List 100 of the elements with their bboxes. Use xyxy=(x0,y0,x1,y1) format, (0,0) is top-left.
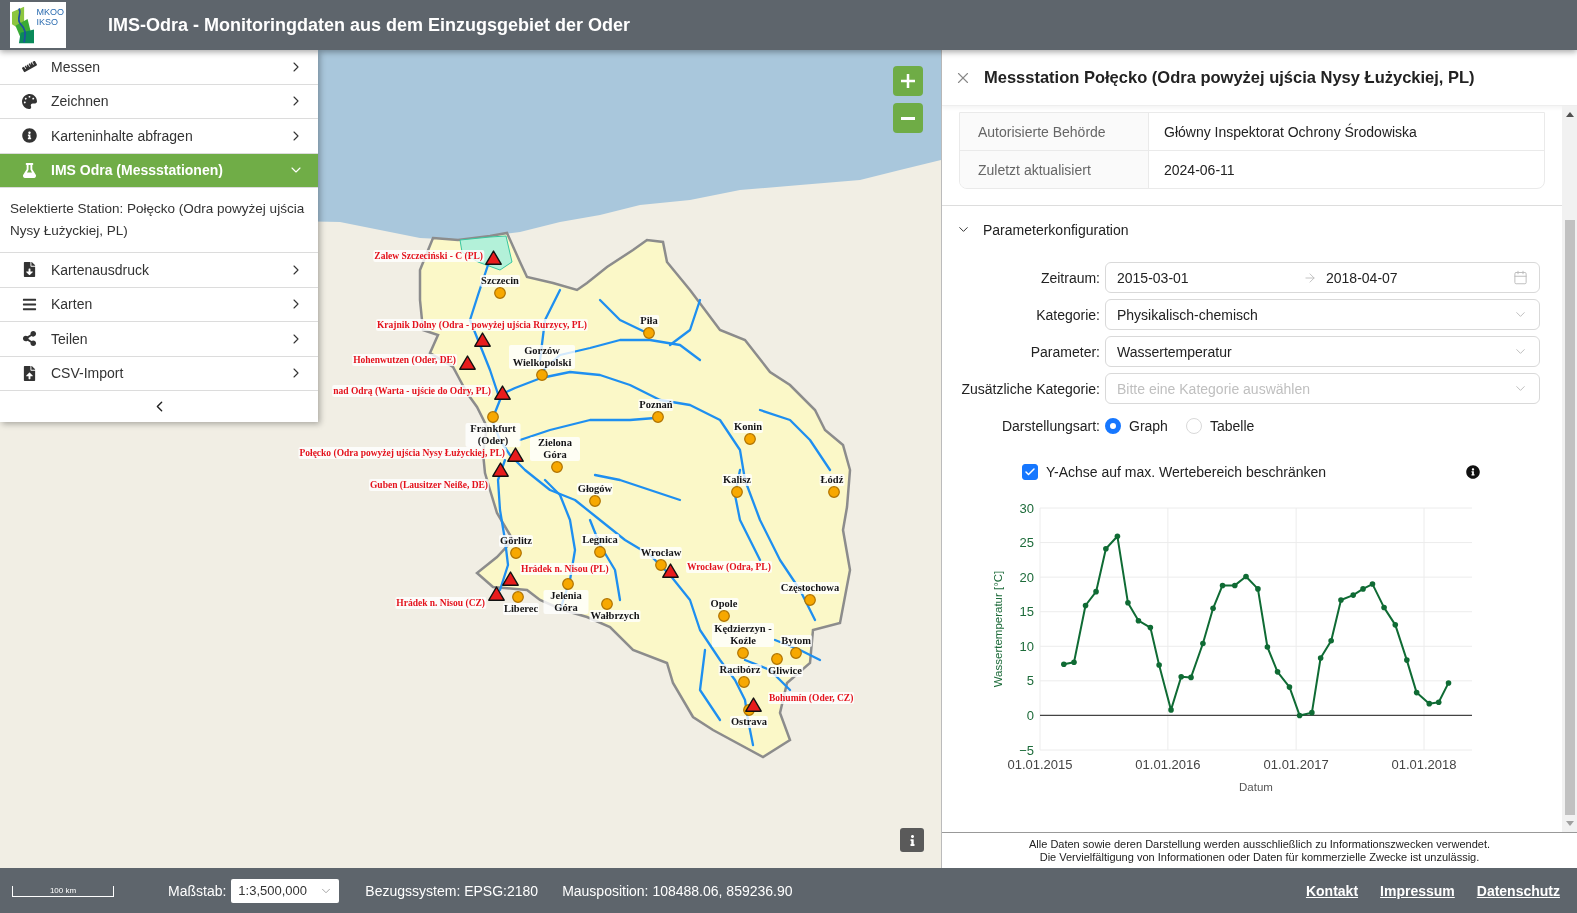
city-label: Liberec xyxy=(502,603,540,615)
circle-marker-icon[interactable] xyxy=(536,369,548,381)
footer-link[interactable]: Datenschutz xyxy=(1476,882,1560,899)
scrollbar-thumb[interactable] xyxy=(1564,220,1575,815)
y-tick-label: 5 xyxy=(1026,673,1034,689)
city-label: Piła xyxy=(639,315,659,327)
circle-marker-icon[interactable] xyxy=(828,486,840,498)
triangle-marker-icon[interactable] xyxy=(744,696,762,712)
section-header[interactable]: Parameterkonfiguration xyxy=(942,206,1562,253)
city-label: Kędzierzyn - Koźle xyxy=(712,623,774,647)
station-label: Połęcko (Odra powyżej ujścia Nysy Łużyckiej, PL) xyxy=(298,447,506,459)
zoom-in-button[interactable] xyxy=(893,66,923,96)
minus-icon xyxy=(901,116,915,120)
info-icon[interactable] xyxy=(1466,465,1480,479)
city-label: Szczecin xyxy=(480,275,520,287)
triangle-marker-icon[interactable] xyxy=(506,446,524,462)
data-point xyxy=(1210,605,1216,612)
sidebar-item[interactable]: CSV-Import xyxy=(0,356,318,391)
city-label: Częstochowa xyxy=(779,582,841,594)
data-point xyxy=(1264,644,1271,650)
triangle-marker-icon[interactable] xyxy=(493,384,511,400)
station-label: Hohenwutzen (Oder, DE) xyxy=(352,354,457,366)
info-button[interactable] xyxy=(900,828,924,852)
data-point xyxy=(1360,586,1366,592)
y-tick-label: −5 xyxy=(1019,742,1034,758)
circle-marker-icon[interactable] xyxy=(790,647,802,659)
sidebar-item[interactable]: Zeichnen xyxy=(0,84,318,119)
circle-marker-icon[interactable] xyxy=(771,653,783,665)
data-point xyxy=(1178,673,1184,680)
circle-marker-icon[interactable] xyxy=(737,647,749,659)
data-point xyxy=(1317,655,1324,661)
triangle-marker-icon[interactable] xyxy=(473,331,491,347)
footer-link[interactable]: Kontakt xyxy=(1305,882,1359,899)
y-tick-label: 0 xyxy=(1026,707,1034,723)
triangle-marker-icon[interactable] xyxy=(484,249,502,265)
data-point xyxy=(1219,582,1226,589)
date-range-field[interactable]: 2015-03-01 2018-04-07 xyxy=(1105,262,1540,293)
select-field[interactable]: Physikalisch-chemisch xyxy=(1105,299,1540,330)
menu-icon xyxy=(21,296,37,312)
circle-marker-icon[interactable] xyxy=(562,578,574,590)
select-field[interactable]: Wassertemperatur xyxy=(1105,336,1540,367)
station-label: Krajnik Dolny (Odra - powyżej ujścia Rurzycy, PL) xyxy=(376,319,588,331)
x-tick-label: 01.01.2015 xyxy=(1007,757,1073,772)
circle-marker-icon[interactable] xyxy=(652,411,664,423)
circle-marker-icon[interactable] xyxy=(744,433,756,445)
triangle-marker-icon[interactable] xyxy=(458,354,476,370)
sidebar-item[interactable]: Teilen xyxy=(0,322,318,357)
circle-marker-icon[interactable] xyxy=(551,461,563,473)
circle-marker-icon[interactable] xyxy=(494,287,506,299)
field-label: Darstellungsart: xyxy=(1000,417,1100,434)
scale-select[interactable]: 1:3,500,000 xyxy=(231,878,340,903)
x-tick-label: 01.01.2016 xyxy=(1135,757,1201,772)
triangle-marker-icon[interactable] xyxy=(491,461,509,477)
share-icon xyxy=(21,331,37,347)
circle-marker-icon[interactable] xyxy=(601,598,613,610)
data-point xyxy=(1232,582,1238,589)
data-point xyxy=(1369,581,1376,587)
city-label: Poznań xyxy=(638,399,674,411)
triangle-marker-icon[interactable] xyxy=(487,585,505,601)
sidebar-item[interactable]: Kartenausdruck xyxy=(0,253,318,288)
data-point xyxy=(1328,637,1334,644)
circle-marker-icon[interactable] xyxy=(594,546,606,558)
circle-marker-icon[interactable] xyxy=(589,495,601,507)
checkbox[interactable] xyxy=(1022,464,1038,480)
scroll-up-icon[interactable] xyxy=(1565,112,1574,117)
scroll-down-icon[interactable] xyxy=(1565,821,1574,826)
circle-marker-icon[interactable] xyxy=(487,411,499,423)
sidebar-item[interactable]: Karteninhalte abfragen xyxy=(0,119,318,154)
footer-link[interactable]: Impressum xyxy=(1380,882,1455,899)
data-point xyxy=(1071,659,1077,665)
circle-marker-icon[interactable] xyxy=(731,486,743,498)
data-point xyxy=(1296,712,1303,719)
triangle-marker-icon[interactable] xyxy=(661,562,679,578)
data-point xyxy=(1168,707,1174,713)
data-point xyxy=(1286,684,1293,690)
sidebar-item[interactable]: Karten xyxy=(0,287,318,322)
sidebar-item[interactable]: Messen xyxy=(0,50,318,85)
zoom-out-button[interactable] xyxy=(893,103,923,133)
table-cell: Zuletzt aktualisiert xyxy=(960,151,1149,188)
circle-marker-icon[interactable] xyxy=(655,559,667,571)
circle-marker-icon[interactable] xyxy=(512,591,524,603)
data-point xyxy=(1338,597,1344,603)
circle-marker-icon[interactable] xyxy=(738,676,750,688)
city-label: Jelenia Góra xyxy=(543,590,589,614)
triangle-marker-icon[interactable] xyxy=(501,570,519,586)
y-tick-label: 10 xyxy=(1019,638,1034,654)
disclaimer-text: Die Vervielfältigung von Informationen oder Daten für kommerzielle Zwecke ist unzulässig. xyxy=(1039,850,1480,864)
x-tick-label: 01.01.2017 xyxy=(1263,757,1329,772)
circle-marker-icon[interactable] xyxy=(804,594,816,606)
flask-icon xyxy=(21,162,37,178)
data-point xyxy=(1350,592,1357,598)
scale-bar: 100 km xyxy=(12,886,114,897)
circle-marker-icon[interactable] xyxy=(643,327,655,339)
radio-button[interactable] xyxy=(1105,417,1121,434)
circle-marker-icon[interactable] xyxy=(718,610,730,622)
disclaimer-text: Alle Daten sowie deren Darstellung werden ausschließlich zu Informationszwecken verwendet. xyxy=(1029,837,1490,851)
city-label: Wałbrzych xyxy=(589,610,641,622)
circle-marker-icon[interactable] xyxy=(510,547,522,559)
city-label: Głogów xyxy=(576,483,614,495)
radio-label: Graph xyxy=(1129,417,1168,434)
